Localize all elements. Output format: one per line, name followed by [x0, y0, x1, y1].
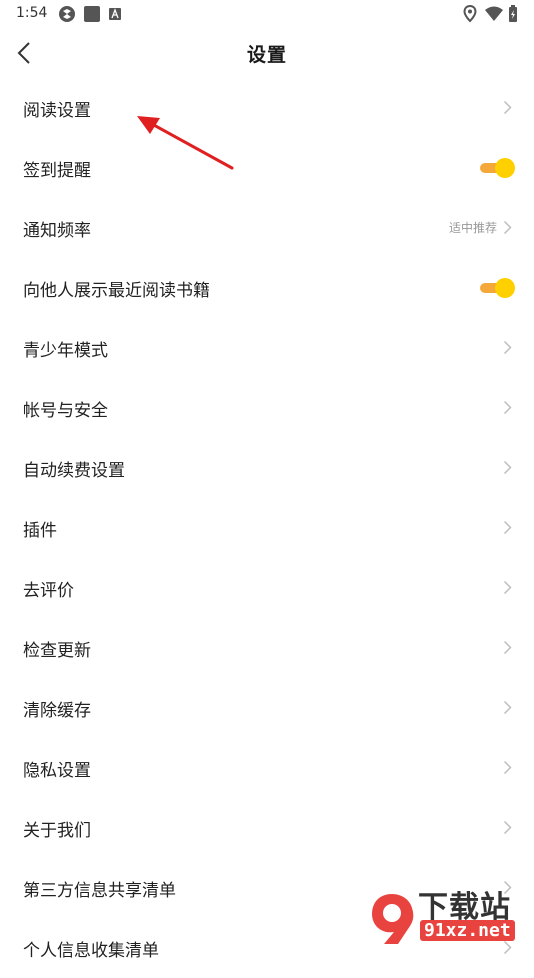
chevron-right-icon: [504, 461, 512, 474]
status-time: 1:54: [16, 5, 48, 21]
settings-row-rate-app[interactable]: 去评价: [0, 558, 534, 618]
checkin-reminder-toggle[interactable]: [478, 158, 515, 178]
settings-row-auto-renewal[interactable]: 自动续费设置: [0, 438, 534, 498]
chevron-right-icon: [504, 881, 512, 894]
settings-row-privacy-settings[interactable]: 隐私设置: [0, 738, 534, 798]
font-notification-icon: [109, 8, 121, 20]
app-notification-icon: [59, 6, 75, 22]
chevron-right-icon: [504, 101, 512, 114]
square-notification-icon: [84, 6, 100, 22]
settings-row-label: 通知频率: [23, 221, 91, 241]
chevron-right-icon: [504, 521, 512, 534]
settings-row-label: 青少年模式: [23, 341, 108, 361]
show-recent-reading-toggle[interactable]: [478, 278, 515, 298]
settings-row-personal-info-collection[interactable]: 个人信息收集清单: [0, 918, 534, 978]
settings-row-label: 阅读设置: [23, 101, 91, 121]
toggle-knob: [495, 158, 515, 178]
nav-bar: 设置: [0, 28, 534, 78]
chevron-right-icon: [504, 701, 512, 714]
settings-row-clear-cache[interactable]: 清除缓存: [0, 678, 534, 738]
settings-row-label: 自动续费设置: [23, 461, 125, 481]
toggle-knob: [495, 278, 515, 298]
settings-row-notification-frequency[interactable]: 通知频率 适中推荐: [0, 198, 534, 258]
status-bar: 1:54: [0, 0, 534, 28]
location-icon: [463, 5, 477, 23]
chevron-right-icon: [504, 821, 512, 834]
settings-row-check-updates[interactable]: 检查更新: [0, 618, 534, 678]
settings-row-plugins[interactable]: 插件: [0, 498, 534, 558]
chevron-right-icon: [504, 341, 512, 354]
settings-row-label: 插件: [23, 521, 57, 541]
settings-row-label: 第三方信息共享清单: [23, 881, 176, 901]
settings-row-label: 帐号与安全: [23, 401, 108, 421]
settings-row-label: 清除缓存: [23, 701, 91, 721]
settings-list: 阅读设置 签到提醒 通知频率 适中推荐 向他人展示最近阅读书籍 青少年模式 帐号…: [0, 78, 534, 978]
settings-row-third-party-sharing[interactable]: 第三方信息共享清单: [0, 858, 534, 918]
chevron-right-icon: [504, 761, 512, 774]
settings-row-label: 个人信息收集清单: [23, 941, 159, 961]
settings-row-label: 检查更新: [23, 641, 91, 661]
notification-frequency-value: 适中推荐: [448, 221, 497, 235]
page-title: 设置: [246, 44, 287, 66]
chevron-right-icon: [504, 941, 512, 954]
settings-row-checkin-reminder: 签到提醒: [0, 138, 534, 198]
settings-row-account-security[interactable]: 帐号与安全: [0, 378, 534, 438]
chevron-right-icon: [504, 401, 512, 414]
settings-row-label: 向他人展示最近阅读书籍: [23, 281, 210, 301]
settings-row-about-us[interactable]: 关于我们: [0, 798, 534, 858]
settings-row-youth-mode[interactable]: 青少年模式: [0, 318, 534, 378]
settings-row-reading-settings[interactable]: 阅读设置: [0, 78, 534, 138]
settings-row-label: 去评价: [23, 581, 74, 601]
chevron-right-icon: [504, 641, 512, 654]
chevron-right-icon: [504, 221, 512, 234]
chevron-right-icon: [504, 581, 512, 594]
settings-row-label: 关于我们: [23, 821, 91, 841]
wifi-icon: [485, 6, 503, 21]
settings-row-show-recent-reading: 向他人展示最近阅读书籍: [0, 258, 534, 318]
battery-icon: [509, 5, 517, 22]
settings-row-label: 签到提醒: [23, 161, 91, 181]
settings-row-label: 隐私设置: [23, 761, 91, 781]
